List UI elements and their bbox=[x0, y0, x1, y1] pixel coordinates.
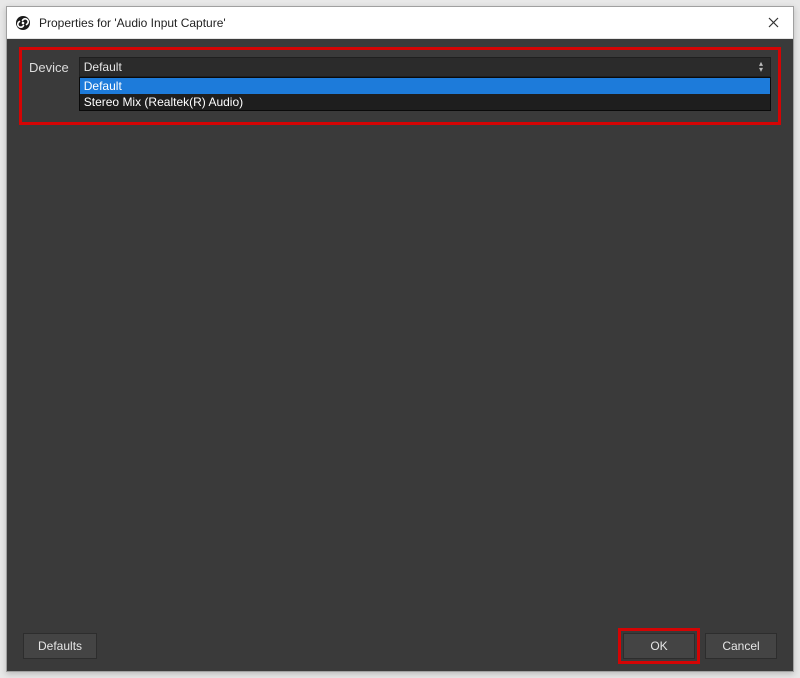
close-icon bbox=[768, 17, 779, 28]
obs-icon bbox=[13, 13, 33, 33]
combobox-spinner-icon: ▴▾ bbox=[754, 58, 768, 76]
defaults-button[interactable]: Defaults bbox=[23, 633, 97, 659]
cancel-button[interactable]: Cancel bbox=[705, 633, 777, 659]
close-button[interactable] bbox=[753, 7, 793, 39]
device-selected-value: Default bbox=[79, 57, 771, 77]
device-option[interactable]: Default bbox=[80, 78, 770, 94]
dialog-window: Properties for 'Audio Input Capture' Dev… bbox=[6, 6, 794, 672]
device-option[interactable]: Stereo Mix (Realtek(R) Audio) bbox=[80, 94, 770, 110]
dialog-body: Device Default ▴▾ Default Stereo Mix (Re… bbox=[7, 39, 793, 671]
ok-button[interactable]: OK bbox=[623, 633, 695, 659]
titlebar: Properties for 'Audio Input Capture' bbox=[7, 7, 793, 39]
window-title: Properties for 'Audio Input Capture' bbox=[39, 16, 753, 30]
device-row: Device Default ▴▾ Default Stereo Mix (Re… bbox=[29, 57, 771, 77]
device-dropdown: Default Stereo Mix (Realtek(R) Audio) bbox=[79, 77, 771, 111]
device-combobox[interactable]: Default ▴▾ Default Stereo Mix (Realtek(R… bbox=[79, 57, 771, 77]
button-bar: Defaults OK Cancel bbox=[7, 621, 793, 671]
device-label: Device bbox=[29, 60, 69, 75]
